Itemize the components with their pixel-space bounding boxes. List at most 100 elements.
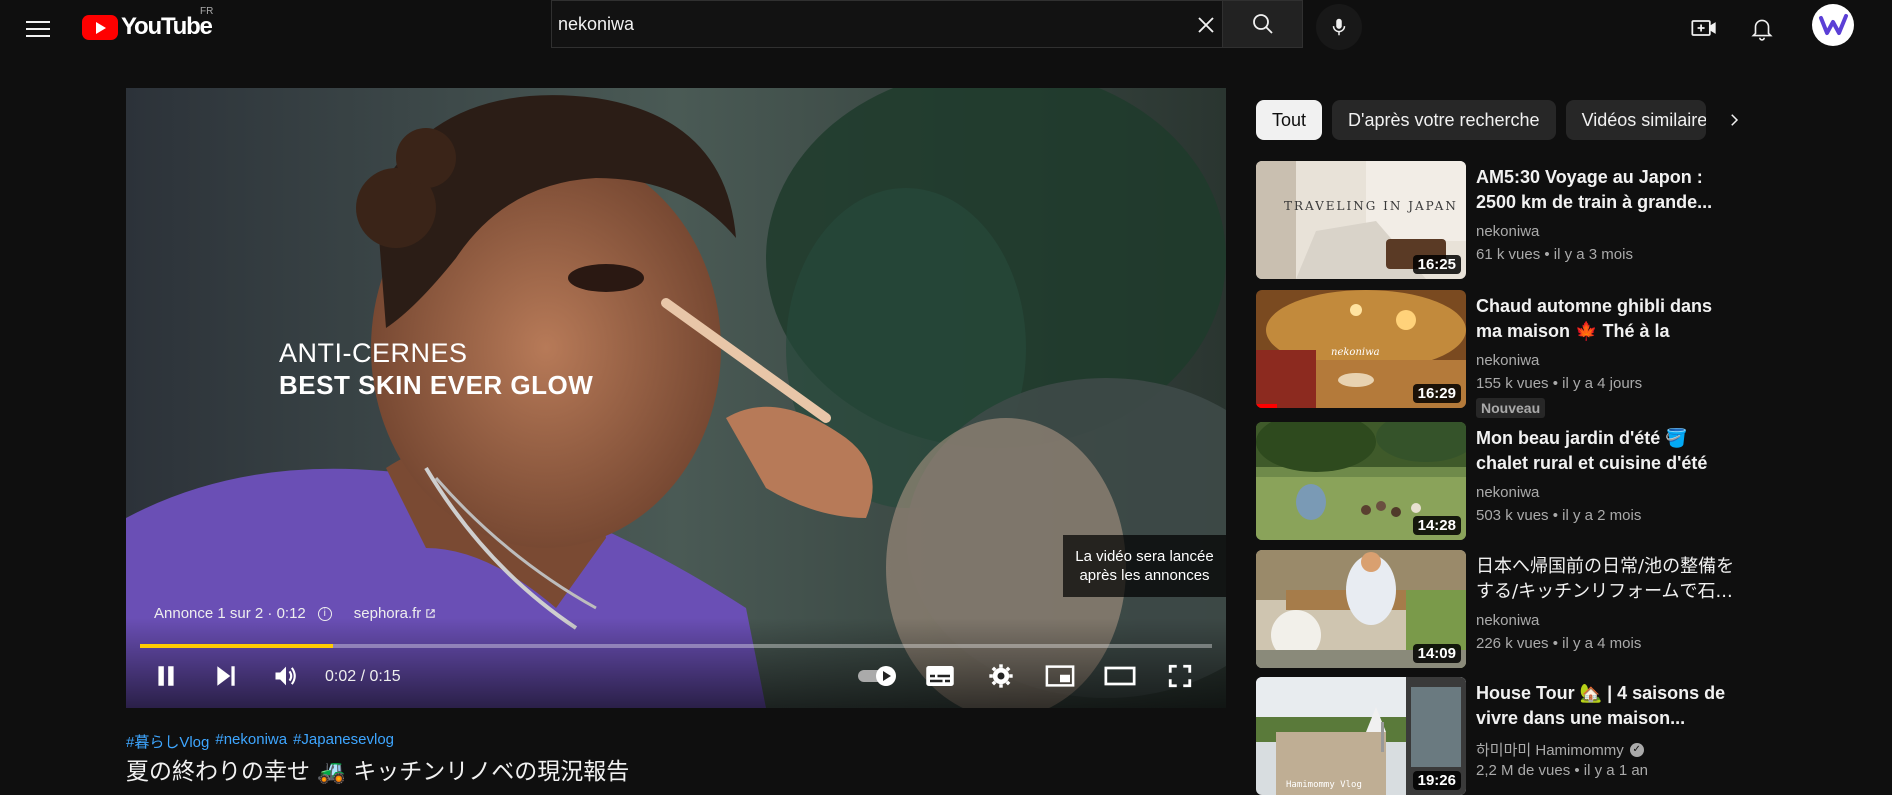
recommendation-title[interactable]: Chaud automne ghibli dans ma maison 🍁 Th… (1476, 294, 1736, 344)
channel-name-label: 하미마미 Hamimommy (1476, 742, 1624, 759)
chips-next-button[interactable] (1714, 100, 1754, 140)
video-thumbnail[interactable]: TRAVELING IN JAPAN 16:25 (1256, 161, 1466, 279)
channel-name[interactable]: nekoniwa (1476, 223, 1539, 240)
autoplay-toggle[interactable] (854, 656, 902, 696)
recommendation-item[interactable]: Hamimommy Vlog 19:26 House Tour 🏡 | 4 sa… (1256, 677, 1736, 795)
ad-headline-line1: ANTI-CERNES (279, 338, 468, 368)
video-thumbnail[interactable]: 14:28 (1256, 422, 1466, 540)
hashtag-link[interactable]: #暮らしVlog (126, 731, 209, 752)
ad-headline-line2: BEST SKIN EVER GLOW (279, 370, 594, 400)
pause-icon (158, 666, 174, 686)
video-duration: 19:26 (1412, 771, 1461, 790)
channel-name-label: nekoniwa (1476, 612, 1540, 629)
related-chips: Tout D'après votre recherche Vidéos simi… (1256, 100, 1706, 140)
close-icon (1198, 17, 1214, 33)
create-button[interactable] (1684, 8, 1724, 48)
video-meta: 61 k vues • il y a 3 mois (1476, 246, 1633, 263)
volume-button[interactable] (266, 656, 306, 696)
channel-name[interactable]: nekoniwa (1476, 352, 1539, 369)
pause-button[interactable] (146, 656, 186, 696)
video-duration: 14:28 (1412, 516, 1461, 535)
video-duration: 16:29 (1412, 384, 1461, 403)
channel-name[interactable]: nekoniwa (1476, 484, 1539, 501)
logo-text: YouTube (121, 13, 213, 40)
ad-skip-notice[interactable]: La vidéo sera lancée après les annonces (1063, 535, 1226, 597)
miniplayer-icon (1045, 665, 1075, 687)
search-input[interactable] (558, 11, 1158, 37)
bell-icon (1751, 19, 1773, 41)
chevron-right-icon (1731, 114, 1739, 126)
clear-search-button[interactable] (1192, 11, 1220, 39)
verified-check-icon: ✓ (1629, 742, 1644, 757)
info-icon[interactable]: i (317, 606, 332, 621)
youtube-logo[interactable]: YouTube (82, 12, 213, 42)
thumb-caption: Hamimommy Vlog (1286, 780, 1362, 790)
advertiser-link-label: sephora.fr (353, 605, 422, 622)
theater-mode-button[interactable] (1100, 656, 1140, 696)
menu-icon-bar (26, 35, 50, 37)
channel-name-label: nekoniwa (1476, 223, 1540, 240)
search-button[interactable] (1223, 0, 1303, 48)
channel-name-label: nekoniwa (1476, 484, 1540, 501)
recommendation-title[interactable]: Mon beau jardin d'été 🪣 chalet rural et … (1476, 426, 1736, 476)
search-box (551, 0, 1223, 48)
recommendation-item[interactable]: 14:28 Mon beau jardin d'été 🪣 chalet rur… (1256, 422, 1736, 542)
video-meta: 155 k vues • il y a 4 jours (1476, 375, 1643, 392)
new-badge: Nouveau (1476, 398, 1546, 418)
recommendation-item[interactable]: 14:09 日本へ帰国前の日常/池の整備をする/キッチンリフォームで石... n… (1256, 550, 1736, 670)
ad-counter: Annonce 1 sur 2 · 0:12 (154, 605, 306, 622)
next-button[interactable] (206, 656, 246, 696)
subtitles-icon (926, 666, 954, 686)
external-link-icon (426, 609, 436, 618)
video-duration: 14:09 (1412, 644, 1461, 663)
fullscreen-button[interactable] (1160, 656, 1200, 696)
recommendation-title[interactable]: House Tour 🏡 | 4 saisons de vivre dans u… (1476, 681, 1736, 731)
menu-button[interactable] (22, 13, 54, 45)
menu-icon-bar (26, 21, 50, 23)
volume-icon (275, 666, 296, 686)
video-thumbnail[interactable]: 14:09 (1256, 550, 1466, 668)
video-title: 夏の終わりの幸せ 🚜 キッチンリノベの現況報告 (126, 759, 630, 785)
recommendation-title[interactable]: 日本へ帰国前の日常/池の整備をする/キッチンリフォームで石... (1476, 554, 1736, 604)
skip-next-icon (217, 666, 235, 686)
miniplayer-button[interactable] (1040, 656, 1080, 696)
video-player[interactable]: ANTI-CERNES BEST SKIN EVER GLOW La vidéo… (126, 88, 1226, 708)
masthead: YouTube FR (0, 0, 1892, 58)
video-duration: 16:25 (1412, 255, 1461, 274)
gear-icon (989, 664, 1013, 688)
settings-button[interactable] (981, 656, 1021, 696)
theater-mode-icon (1104, 666, 1136, 686)
menu-icon-bar (26, 28, 50, 30)
video-meta: 226 k vues • il y a 4 mois (1476, 635, 1642, 652)
microphone-icon (1332, 18, 1346, 36)
fullscreen-icon (1168, 664, 1192, 688)
avatar-logo-icon (1816, 8, 1850, 42)
chip-from-search[interactable]: D'après votre recherche (1332, 100, 1556, 140)
channel-name[interactable]: 하미마미 Hamimommy ✓ (1476, 739, 1644, 760)
video-add-icon (1691, 20, 1716, 36)
video-meta: 2,2 M de vues • il y a 1 an (1476, 762, 1649, 779)
advertiser-link[interactable]: sephora.fr (354, 605, 437, 622)
chip-related-videos[interactable]: Vidéos similaires (1565, 100, 1706, 140)
country-code: FR (200, 6, 214, 17)
hashtag-link[interactable]: #Japanesevlog (293, 731, 394, 752)
subtitles-button[interactable] (920, 656, 960, 696)
search-icon (1252, 14, 1273, 34)
youtube-play-icon (82, 14, 118, 40)
voice-search-button[interactable] (1316, 4, 1362, 50)
video-thumbnail[interactable]: Hamimommy Vlog 19:26 (1256, 677, 1466, 795)
recommendation-title[interactable]: AM5:30 Voyage au Japon : 2500 km de trai… (1476, 165, 1736, 215)
thumb-caption: nekoniwa (1331, 347, 1380, 358)
recommendation-item[interactable]: nekoniwa 16:29 Chaud automne ghibli dans… (1256, 290, 1736, 418)
recommendation-item[interactable]: TRAVELING IN JAPAN 16:25 AM5:30 Voyage a… (1256, 161, 1736, 281)
avatar[interactable] (1812, 4, 1854, 46)
channel-name[interactable]: nekoniwa (1476, 612, 1539, 629)
video-hashtags: #暮らしVlog #nekoniwa #Japanesevlog (126, 731, 394, 752)
channel-name-label: nekoniwa (1476, 352, 1540, 369)
chip-all[interactable]: Tout (1256, 100, 1323, 140)
watched-progress (1256, 404, 1277, 408)
progress-bar[interactable] (140, 644, 1212, 648)
hashtag-link[interactable]: #nekoniwa (215, 731, 287, 752)
notifications-button[interactable] (1742, 8, 1782, 48)
video-thumbnail[interactable]: nekoniwa 16:29 (1256, 290, 1466, 408)
